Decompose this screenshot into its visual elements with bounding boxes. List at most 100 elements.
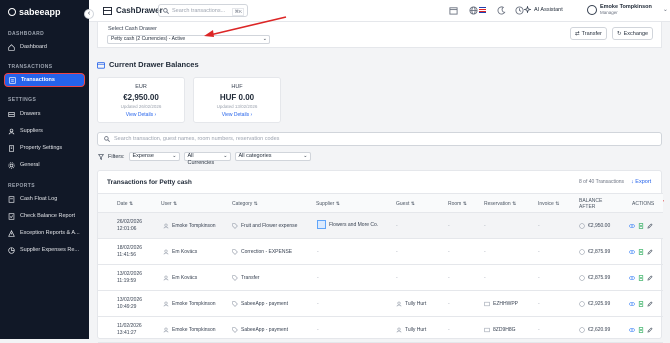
time-value: 11:19:59 xyxy=(117,278,137,284)
view-details-label: View Details xyxy=(125,112,154,118)
balance-value: €2,950.00 xyxy=(588,223,611,229)
receipt-icon[interactable] xyxy=(638,223,644,229)
table-row[interactable]: 13/02/2026 10:49:29 Emoke Tompkinson SabeeA… xyxy=(98,291,663,317)
view-icon[interactable] xyxy=(629,275,635,281)
sidebar-item-drawers[interactable]: Drawers xyxy=(4,107,85,121)
view-icon[interactable] xyxy=(629,223,635,229)
user-cell: Emoke Tompkinson xyxy=(163,223,216,229)
view-details-link[interactable]: View Details › xyxy=(98,112,184,118)
edit-icon[interactable] xyxy=(647,301,653,307)
coin-icon xyxy=(579,327,585,333)
collapse-sidebar-button[interactable]: ‹ xyxy=(84,9,94,19)
guest-value: Tully Hurt xyxy=(405,301,427,307)
brand-logo[interactable]: sabeeapp xyxy=(8,6,61,18)
category-value: Fruit and Flower expense xyxy=(241,223,298,229)
col-supplier[interactable]: Supplier ⇅ xyxy=(316,201,340,207)
col-invoice[interactable]: Invoice ⇅ xyxy=(538,201,559,207)
receipt-icon[interactable] xyxy=(638,275,644,281)
exchange-button[interactable]: ↻ Exchange xyxy=(612,27,654,40)
view-icon[interactable] xyxy=(629,249,635,255)
sidebar-item-dashboard[interactable]: Dashboard xyxy=(4,40,85,54)
col-guest[interactable]: Guest ⇅ xyxy=(396,201,415,207)
sidebar-item-check-balance-report[interactable]: Check Balance Report xyxy=(4,209,85,223)
edit-icon[interactable] xyxy=(647,327,653,333)
user-value: Emoke Tompkinson xyxy=(172,223,216,229)
user-role: Manager xyxy=(600,10,618,15)
view-details-link[interactable]: View Details › xyxy=(194,112,280,118)
sidebar-item-supplier-expenses[interactable]: Supplier Expenses Re... xyxy=(4,243,85,257)
invoice-value: - xyxy=(538,301,540,307)
col-label: Invoice xyxy=(538,201,554,207)
view-details-label: View Details xyxy=(221,112,250,118)
balance-cell: €2,925.99 xyxy=(579,301,610,307)
balance-cell: €2,875.99 xyxy=(579,249,610,255)
edit-icon[interactable] xyxy=(647,223,653,229)
sidebar-item-exception-reports[interactable]: Exception Reports & A... xyxy=(4,226,85,240)
invoice-value: - xyxy=(538,223,540,229)
invoice-cell: - xyxy=(538,275,540,281)
sidebar-item-label: Supplier Expenses Re... xyxy=(20,247,80,253)
table-row[interactable]: 18/02/2026 11:41:56 Em Kovács Correction - … xyxy=(98,239,663,265)
export-button[interactable]: ↓ Export xyxy=(631,179,651,185)
row-actions xyxy=(629,249,653,255)
sidebar-item-label: Drawers xyxy=(20,111,41,117)
sidebar-item-suppliers[interactable]: Suppliers xyxy=(4,124,85,138)
edit-icon[interactable] xyxy=(647,249,653,255)
home-icon xyxy=(8,43,15,51)
ai-assistant-button[interactable]: AI Assistant xyxy=(524,6,563,13)
moon-icon[interactable] xyxy=(497,6,506,15)
row-actions xyxy=(629,301,653,307)
col-date[interactable]: Date ⇅ xyxy=(117,201,133,207)
user-icon xyxy=(163,249,169,255)
clock-icon[interactable] xyxy=(515,6,524,15)
sidebar-item-cash-float-log[interactable]: Cash Float Log xyxy=(4,192,85,206)
balance-currency: EUR xyxy=(135,84,147,90)
transfer-button[interactable]: ⇄ Transfer xyxy=(570,27,607,40)
sidebar-item-label: Suppliers xyxy=(20,128,43,134)
reservation-cell[interactable]: 8ZD9H8G xyxy=(484,327,516,333)
col-category[interactable]: Category ⇅ xyxy=(232,201,258,207)
col-user[interactable]: User ⇅ xyxy=(161,201,177,207)
category-filter-value: All categories xyxy=(238,153,272,159)
coin-icon xyxy=(579,301,585,307)
globe-icon[interactable] xyxy=(469,6,478,15)
room-cell: - xyxy=(448,223,450,229)
sidebar-item-transactions[interactable]: Transactions xyxy=(4,73,85,87)
reservation-cell[interactable]: EZHHWPP xyxy=(484,301,518,307)
calendar-icon[interactable] xyxy=(449,6,458,15)
currency-filter-select[interactable]: All Currencies ⌄ xyxy=(183,152,231,166)
col-reservation[interactable]: Reservation ⇅ xyxy=(484,201,516,207)
category-filter-select[interactable]: All categories ⌄ xyxy=(234,152,311,161)
tag-icon xyxy=(232,249,238,255)
sidebar-item-general[interactable]: General xyxy=(4,158,85,172)
table-row[interactable]: 26/02/2026 12:01:06 Emoke Tompkinson Fruit … xyxy=(98,213,663,239)
reservation-cell: - xyxy=(484,249,486,255)
receipt-icon[interactable] xyxy=(638,301,644,307)
view-icon[interactable] xyxy=(629,327,635,333)
transaction-search-input[interactable]: Search transaction, guest names, room nu… xyxy=(97,132,662,146)
user-menu[interactable]: Emoke Tompkinson Manager ⌄ xyxy=(587,4,668,15)
sidebar-item-label: Check Balance Report xyxy=(20,213,76,219)
type-filter-select[interactable]: Expense ⌄ xyxy=(128,152,180,161)
col-label: Room xyxy=(448,201,462,207)
guest-cell: - xyxy=(396,249,398,255)
drawer-icon xyxy=(8,111,15,117)
sidebar-item-label: Exception Reports & A... xyxy=(20,230,80,236)
receipt-icon[interactable] xyxy=(638,249,644,255)
date-value: 11/02/2026 xyxy=(117,323,142,329)
supplier-cell[interactable]: Flowers and More Co. xyxy=(317,220,378,229)
logo-icon xyxy=(8,8,16,16)
sidebar-item-property-settings[interactable]: Property Settings xyxy=(4,141,85,155)
supplier-value: - xyxy=(317,275,319,281)
row-actions xyxy=(629,223,653,229)
flag-icon[interactable] xyxy=(479,7,486,13)
receipt-icon[interactable] xyxy=(638,327,644,333)
table-row[interactable]: 13/02/2026 11:19:59 Em Kovács Transfer - - - - -… xyxy=(98,265,663,291)
view-icon[interactable] xyxy=(629,301,635,307)
reservation-cell: - xyxy=(484,223,486,229)
balance-updated: Updated 13/02/2026 xyxy=(216,104,258,109)
edit-icon[interactable] xyxy=(647,275,653,281)
col-room[interactable]: Room ⇅ xyxy=(448,201,467,207)
time-value: 10:49:29 xyxy=(117,304,137,310)
table-row[interactable]: 11/02/2026 13:41:27 Emoke Tompkinson SabeeA… xyxy=(98,317,663,343)
